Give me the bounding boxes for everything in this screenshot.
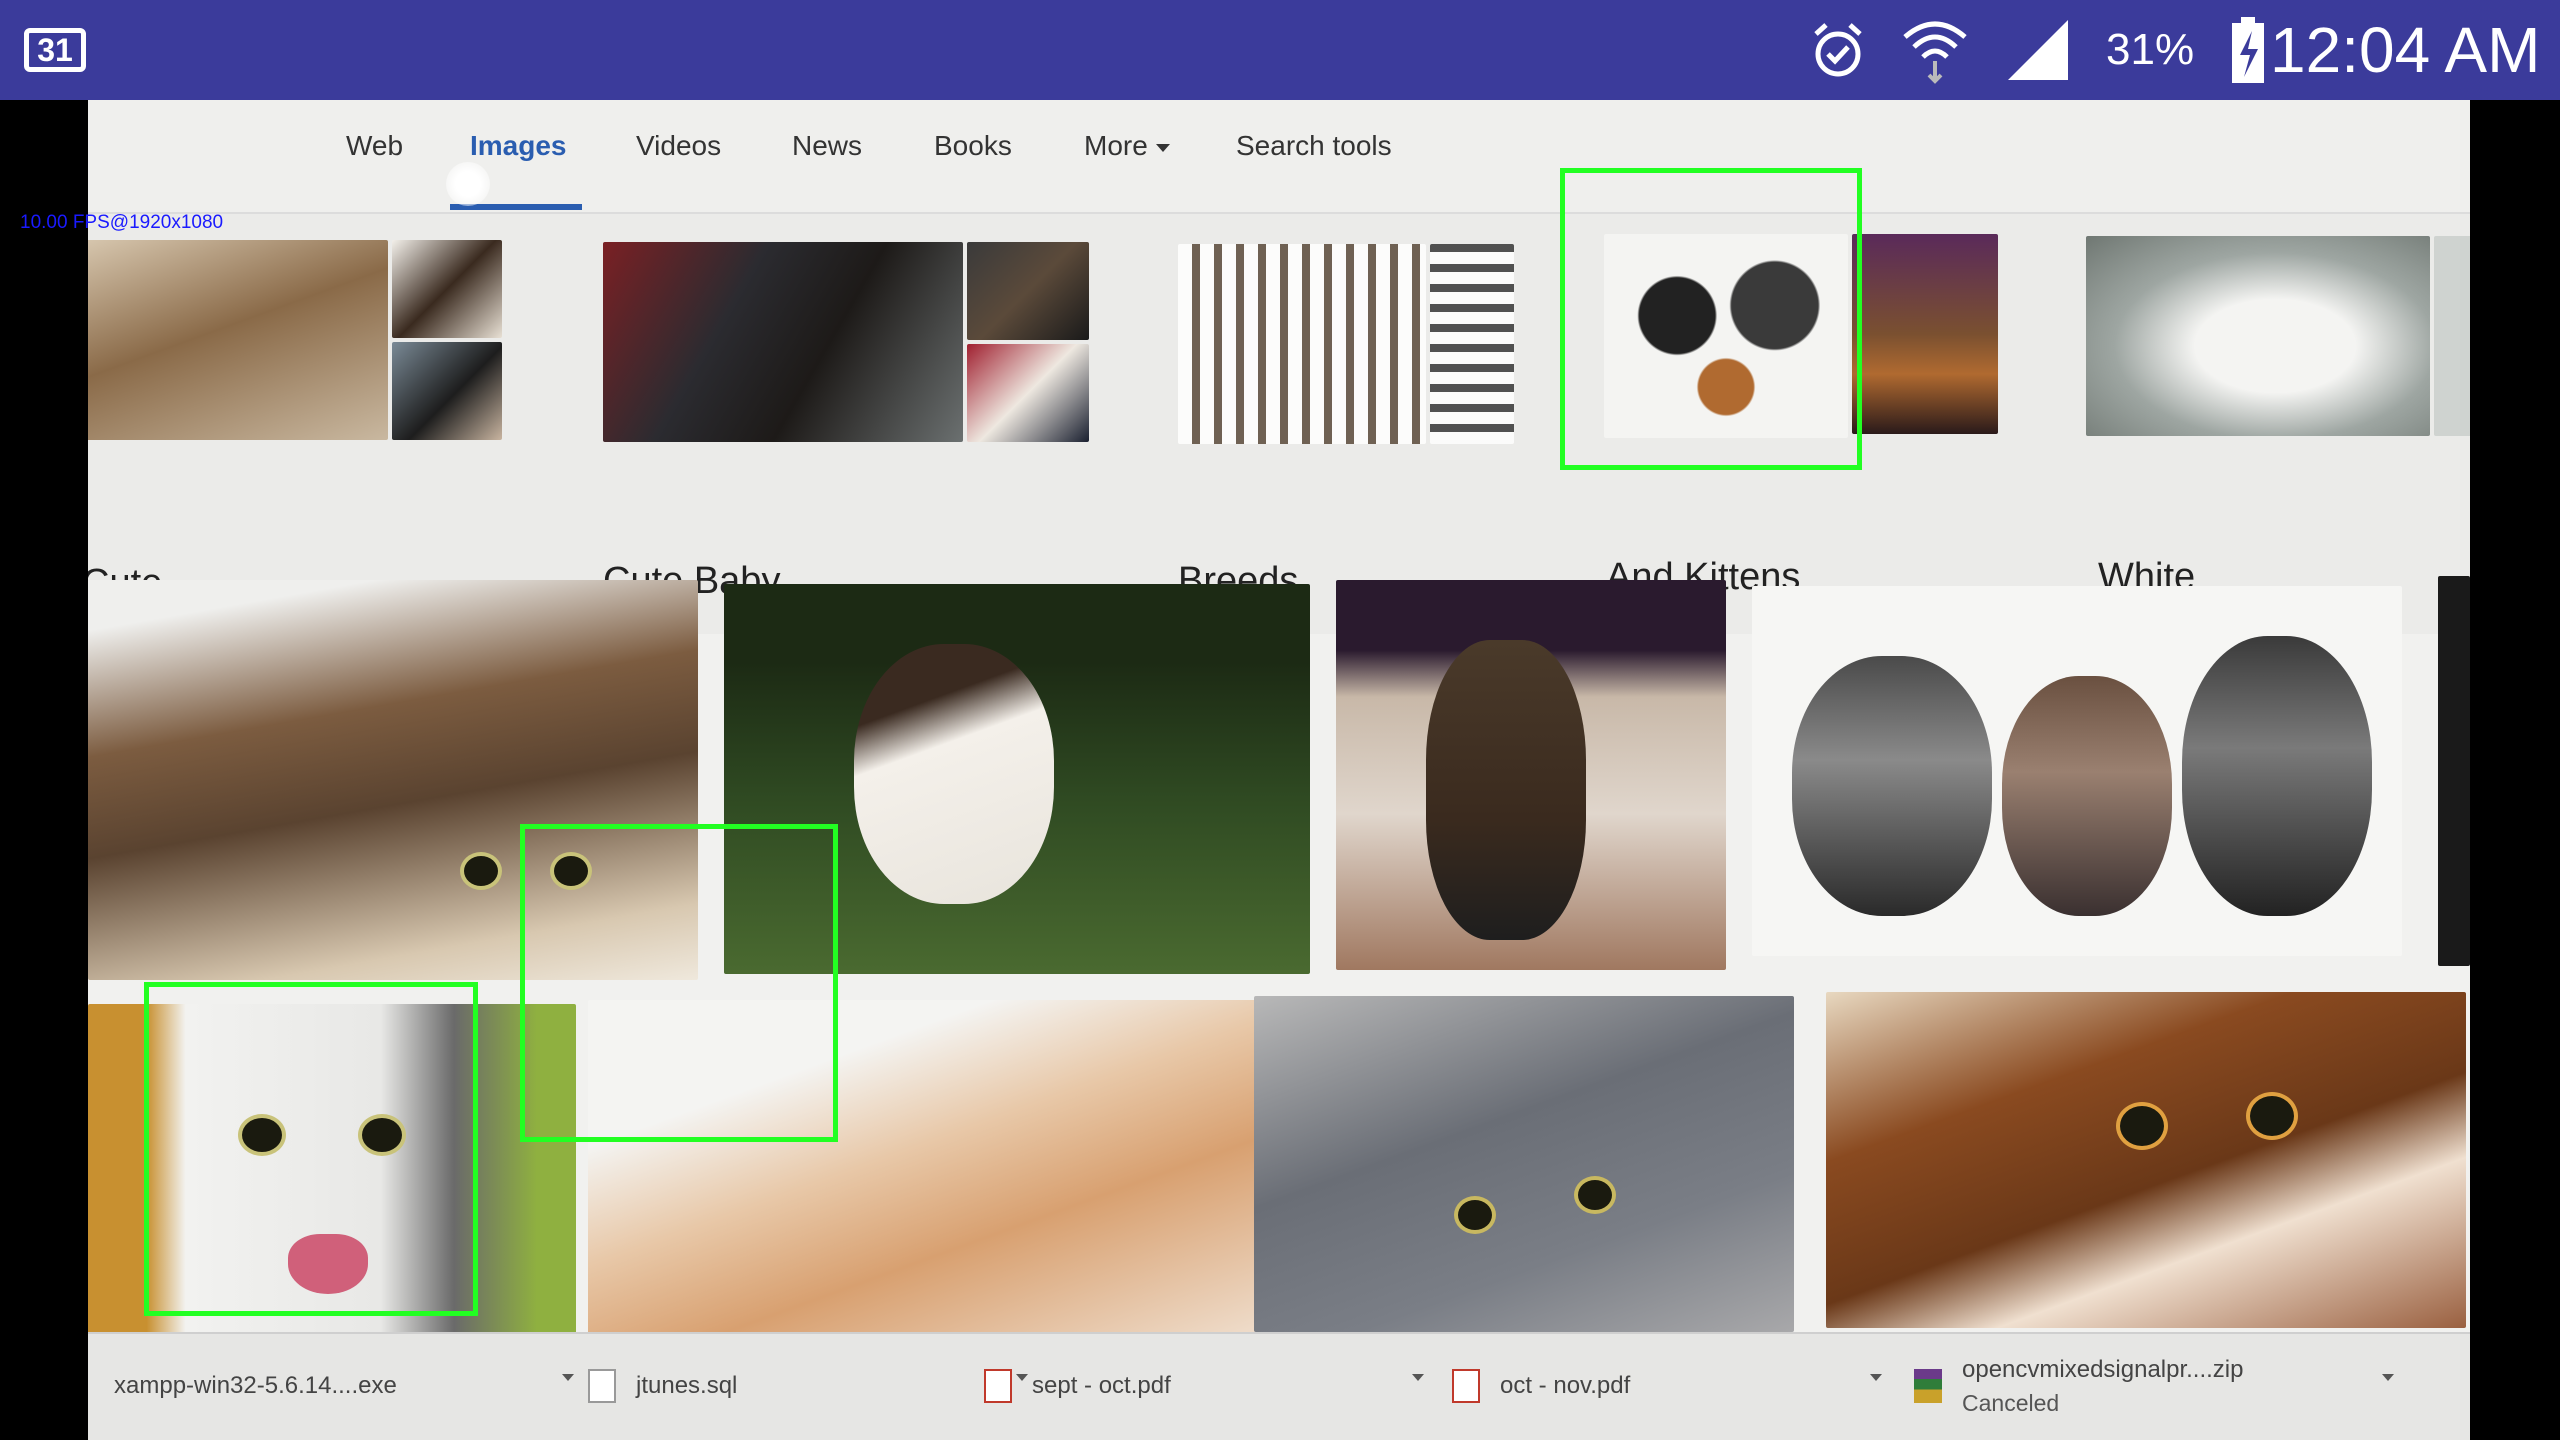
download-text: opencvmixedsignalpr....zip Canceled (1962, 1356, 2243, 1417)
downloads-bar: xampp-win32-5.6.14....exe jtunes.sql sep… (88, 1332, 2470, 1440)
search-tabs: Web Images Videos News Books More Search… (88, 100, 2470, 214)
related-item-breeds[interactable] (1178, 244, 1514, 454)
fps-overlay: 10.00 FPS@1920x1080 (20, 212, 224, 233)
battery-percent: 31% (2106, 25, 2195, 74)
cat-body (1792, 656, 1992, 916)
camera-view: 10.00 FPS@1920x1080 Web Images Videos Ne… (0, 100, 2560, 1440)
status-bar: 31 31% 12:04 AM (0, 0, 2560, 100)
calendar-notification-icon: 31 (24, 0, 96, 100)
cat-eye (2246, 1092, 2298, 1140)
cat-body (2002, 676, 2172, 916)
tab-search-tools[interactable]: Search tools (1236, 130, 1392, 162)
cat-image (967, 242, 1089, 340)
download-name: jtunes.sql (636, 1372, 738, 1399)
related-item-cute-baby[interactable] (603, 242, 1089, 452)
download-name: sept - oct.pdf (1032, 1372, 1171, 1399)
image-result[interactable] (1826, 992, 2466, 1328)
chevron-down-icon[interactable] (562, 1374, 574, 1381)
download-item[interactable]: jtunes.sql (588, 1334, 1028, 1438)
detection-box (520, 824, 838, 1142)
tab-videos[interactable]: Videos (636, 130, 721, 162)
tab-more-label: More (1084, 130, 1148, 161)
signal-icon (2008, 20, 2068, 80)
download-status: Canceled (1962, 1389, 2060, 1416)
cat-image (88, 240, 388, 440)
cat-eye (2116, 1102, 2168, 1150)
cat-image (967, 344, 1089, 442)
download-name: oct - nov.pdf (1500, 1372, 1631, 1399)
cat-eye (460, 852, 502, 890)
chevron-down-icon[interactable] (1870, 1374, 1882, 1381)
cat-body (2182, 636, 2372, 916)
pdf-icon (1452, 1369, 1480, 1403)
file-icon (588, 1369, 616, 1403)
cat-image (392, 342, 502, 440)
cat-image (1178, 244, 1426, 444)
download-item[interactable]: sept - oct.pdf (984, 1334, 1424, 1438)
download-item[interactable]: oct - nov.pdf (1452, 1334, 1882, 1438)
cat-image (1852, 234, 1998, 434)
clock: 12:04 AM (2270, 14, 2541, 86)
cat-image (603, 242, 963, 442)
related-item-cute[interactable] (88, 240, 502, 450)
battery-charging-icon (2232, 17, 2265, 83)
chevron-down-icon[interactable] (1412, 1374, 1424, 1381)
zip-icon (1914, 1369, 1942, 1403)
detection-box (144, 982, 478, 1316)
image-result[interactable] (1254, 996, 1794, 1332)
alarm-icon (1814, 23, 1862, 77)
tab-books[interactable]: Books (934, 130, 1012, 162)
tab-more[interactable]: More (1084, 130, 1170, 162)
chevron-down-icon[interactable] (2382, 1374, 2394, 1381)
related-item-white[interactable] (2086, 236, 2470, 446)
image-result[interactable] (1752, 586, 2402, 956)
download-item[interactable]: opencvmixedsignalpr....zip Canceled (1914, 1334, 2394, 1438)
pdf-icon (984, 1369, 1012, 1403)
cat-image (2086, 236, 2430, 436)
mouse-cursor-glare (446, 162, 490, 206)
tab-news[interactable]: News (792, 130, 862, 162)
image-result[interactable] (2438, 576, 2470, 966)
cat-body (1426, 640, 1586, 940)
detection-box (1560, 168, 1862, 470)
calendar-day: 31 (24, 28, 86, 72)
cat-body (854, 644, 1054, 904)
chevron-down-icon (1155, 143, 1170, 152)
image-result[interactable] (1336, 580, 1726, 970)
wifi-icon (1903, 21, 1967, 84)
download-name: opencvmixedsignalpr....zip (1962, 1355, 2244, 1383)
tab-web[interactable]: Web (346, 130, 403, 162)
tab-images[interactable]: Images (470, 130, 567, 162)
cat-image (2434, 236, 2470, 436)
status-icons: 31% (1810, 0, 2268, 100)
download-name: xampp-win32-5.6.14....exe (114, 1372, 397, 1399)
cat-image (1430, 244, 1514, 444)
cat-eye (1574, 1176, 1616, 1214)
download-item[interactable]: xampp-win32-5.6.14....exe (114, 1334, 574, 1438)
cat-eye (1454, 1196, 1496, 1234)
cat-image (392, 240, 502, 338)
